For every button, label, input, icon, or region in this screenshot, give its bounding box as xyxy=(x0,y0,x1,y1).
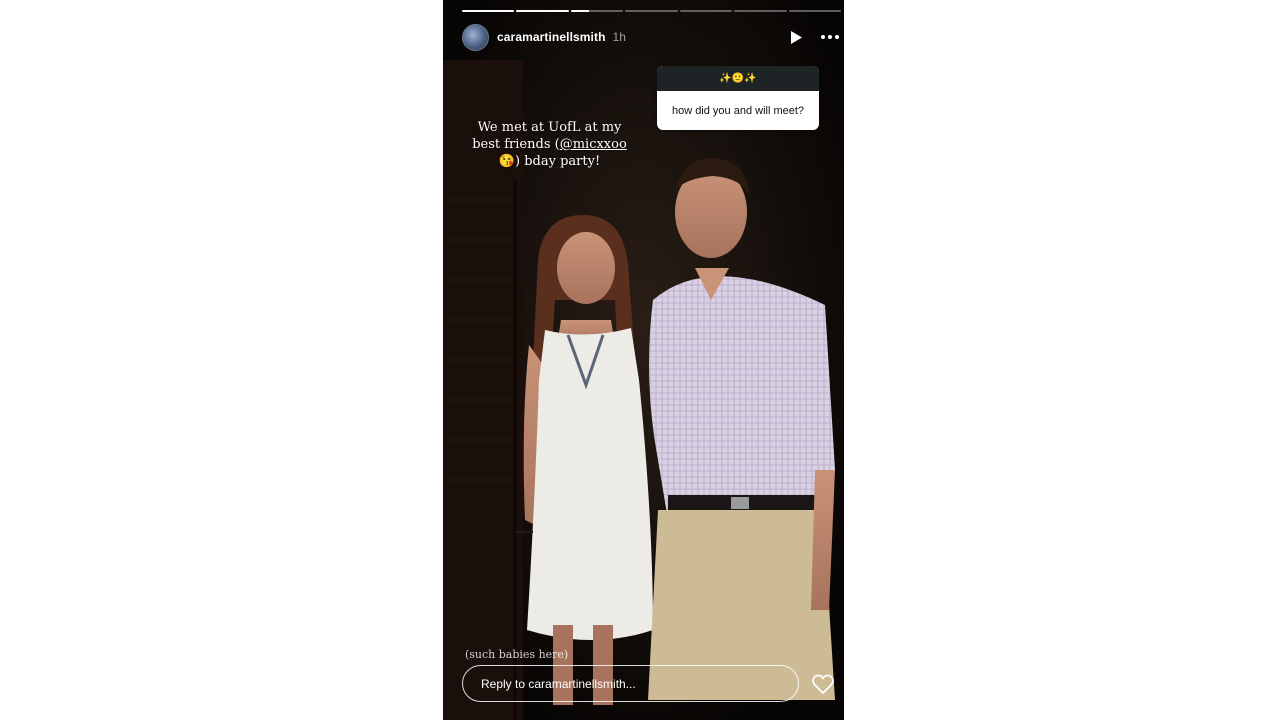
username[interactable]: caramartinellsmith xyxy=(497,30,606,44)
progress-segment xyxy=(516,10,569,12)
question-text: how did you and will meet? xyxy=(671,104,805,117)
progress-segment xyxy=(679,10,733,12)
story-viewer[interactable]: caramartinellsmith 1h ✨🙂✨ how did you an… xyxy=(443,0,844,720)
progress-segment xyxy=(625,10,678,12)
caption-text-end: 😘) bday party! xyxy=(498,154,601,169)
story-caption: We met at UofL at my best friends (@micx… xyxy=(463,119,636,170)
progress-segment xyxy=(788,10,841,12)
question-sticker-header: ✨🙂✨ xyxy=(657,66,819,91)
story-progress-bar xyxy=(462,10,841,12)
progress-segment xyxy=(462,10,515,12)
question-sticker[interactable]: ✨🙂✨ how did you and will meet? xyxy=(657,66,819,130)
reply-input[interactable]: Reply to caramartinellsmith... xyxy=(462,665,799,702)
progress-segment xyxy=(734,10,787,12)
progress-segment xyxy=(570,10,624,12)
post-time: 1h xyxy=(612,30,626,44)
avatar[interactable] xyxy=(462,23,489,51)
heart-icon[interactable] xyxy=(811,672,835,696)
story-header: caramartinellsmith 1h xyxy=(462,23,841,51)
more-icon[interactable] xyxy=(819,26,841,48)
play-icon[interactable] xyxy=(785,26,807,48)
mention-link[interactable]: @micxxoo xyxy=(560,137,627,152)
story-footnote: (such babies here) xyxy=(465,648,569,661)
